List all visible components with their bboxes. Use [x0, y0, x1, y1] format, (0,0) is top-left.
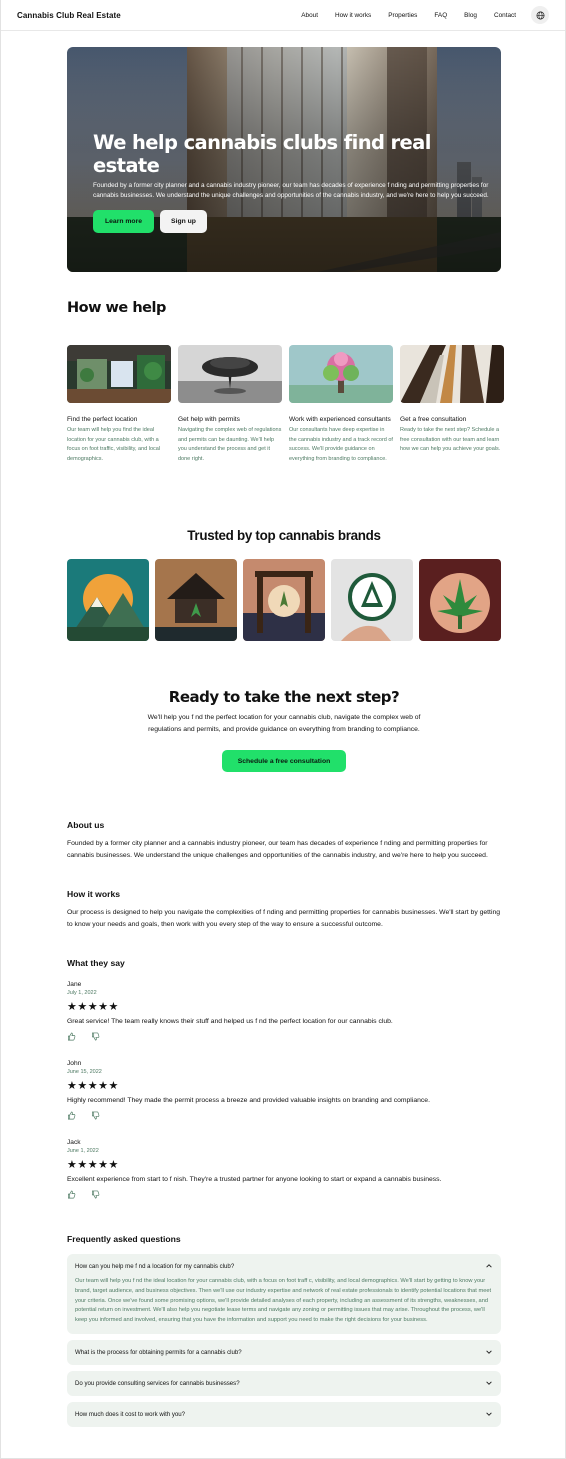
page: Cannabis Club Real Estate About How it w…: [0, 0, 566, 1459]
about-section: About us Founded by a former city planne…: [67, 820, 501, 861]
hero-description: Founded by a former city planner and a c…: [93, 181, 489, 200]
sign-up-button[interactable]: Sign up: [160, 210, 207, 234]
about-text: Founded by a former city planner and a c…: [67, 840, 488, 859]
schedule-consultation-button[interactable]: Schedule a free consultation: [222, 750, 346, 773]
brand-logo-house-leaf: [155, 559, 237, 641]
hero-content: We help cannabis clubs find real estate …: [93, 131, 489, 234]
reviews-heading: What they say: [67, 958, 125, 968]
nav-link-how-it-works[interactable]: How it works: [335, 12, 371, 19]
review-item: Jane July 1, 2022 ★★★★★ Great service! T…: [67, 981, 501, 1041]
card-title: Get a free consultation: [400, 416, 467, 423]
card-image-tree: [178, 345, 282, 403]
faq-item-collapsed[interactable]: What is the process for obtaining permit…: [67, 1339, 501, 1365]
cta-text: We'll help you f nd the perfect location…: [67, 712, 501, 735]
thumbs-down-icon[interactable]: [91, 1032, 100, 1041]
chevron-down-icon[interactable]: [485, 1348, 493, 1356]
review-text: Highly recommend! They made the permit p…: [67, 1097, 430, 1104]
nav-link-about[interactable]: About: [301, 12, 318, 19]
help-card-consultants[interactable]: Work with experienced consultants Our co…: [289, 345, 393, 464]
how-it-works-section: How it works Our process is designed to …: [67, 889, 501, 930]
card-title: Work with experienced consultants: [289, 416, 391, 423]
faq-heading: Frequently asked questions: [67, 1234, 181, 1244]
brand-logo-hand-leaf: [419, 559, 501, 641]
cta-section: Ready to take the next step? We'll help …: [67, 688, 501, 773]
star-rating: ★★★★★: [67, 1159, 119, 1171]
card-title: Get help with permits: [178, 416, 240, 423]
reviewer-name: John: [67, 1060, 82, 1067]
thumbs-up-icon[interactable]: [67, 1190, 76, 1199]
card-text: Our consultants have deep expertise in t…: [289, 426, 393, 462]
help-card-location[interactable]: Find the perfect location Our team will …: [67, 345, 171, 464]
card-image-towers: [400, 345, 504, 403]
faq-answer: Our team will help you f nd the ideal lo…: [75, 1278, 492, 1324]
card-text: Our team will help you find the ideal lo…: [67, 426, 161, 462]
chevron-up-icon[interactable]: [485, 1262, 493, 1270]
brand-logo-gate-leaf: [243, 559, 325, 641]
site-brand[interactable]: Cannabis Club Real Estate: [17, 11, 121, 20]
trusted-heading: Trusted by top cannabis brands: [187, 528, 381, 543]
reviews-section: What they say Jane July 1, 2022 ★★★★★ Gr…: [67, 958, 501, 1199]
nav-link-properties[interactable]: Properties: [388, 12, 417, 19]
review-item: Jack June 1, 2022 ★★★★★ Excellent experi…: [67, 1139, 501, 1199]
card-text: Ready to take the next step? Schedule a …: [400, 426, 501, 453]
help-card-consultation[interactable]: Get a free consultation Ready to take th…: [400, 345, 504, 464]
review-item: John June 15, 2022 ★★★★★ Highly recommen…: [67, 1060, 501, 1120]
thumbs-up-icon[interactable]: [67, 1032, 76, 1041]
review-feedback: [67, 1190, 501, 1199]
reviewer-name: Jack: [67, 1139, 81, 1146]
card-text: Navigating the complex web of regulation…: [178, 426, 282, 462]
review-date: July 1, 2022: [67, 990, 97, 996]
hero-buttons: Learn more Sign up: [93, 210, 489, 234]
faq-section: Frequently asked questions How can you h…: [67, 1234, 501, 1427]
faq-item-open[interactable]: How can you help me f nd a location for …: [67, 1254, 501, 1334]
faq-question-text: How much does it cost to work with you?: [75, 1410, 186, 1418]
how-it-works-heading: How it works: [67, 889, 121, 899]
faq-item-collapsed[interactable]: How much does it cost to work with you?: [67, 1401, 501, 1427]
review-text: Great service! The team really knows the…: [67, 1018, 393, 1025]
chevron-down-icon[interactable]: [485, 1379, 493, 1387]
nav-link-contact[interactable]: Contact: [494, 12, 516, 19]
review-feedback: [67, 1032, 501, 1041]
reviewer-name: Jane: [67, 981, 82, 988]
thumbs-down-icon[interactable]: [91, 1111, 100, 1120]
top-nav-bar: Cannabis Club Real Estate About How it w…: [1, 0, 565, 31]
review-date: June 1, 2022: [67, 1148, 99, 1154]
help-card-permits[interactable]: Get help with permits Navigating the com…: [178, 345, 282, 464]
thumbs-down-icon[interactable]: [91, 1190, 100, 1199]
about-heading: About us: [67, 820, 105, 830]
help-cards: Find the perfect location Our team will …: [67, 345, 504, 464]
nav-link-blog[interactable]: Blog: [464, 12, 477, 19]
thumbs-up-icon[interactable]: [67, 1111, 76, 1120]
brand-logo-mountain-sun: [67, 559, 149, 641]
star-rating: ★★★★★: [67, 1001, 119, 1013]
review-date: June 15, 2022: [67, 1069, 102, 1075]
card-image-interior: [67, 345, 171, 403]
cta-text-line-2: regulations and permits, and provide gui…: [148, 725, 420, 733]
brand-logo-hand-emblem: [331, 559, 413, 641]
main-nav: About How it works Properties FAQ Blog C…: [284, 6, 549, 24]
hero-title: We help cannabis clubs find real estate: [93, 131, 431, 178]
chevron-down-icon[interactable]: [485, 1410, 493, 1418]
nav-link-faq[interactable]: FAQ: [434, 12, 447, 19]
faq-question-text: What is the process for obtaining permit…: [75, 1348, 242, 1356]
how-we-help-heading: How we help: [67, 300, 166, 316]
review-feedback: [67, 1111, 501, 1120]
star-rating: ★★★★★: [67, 1080, 119, 1092]
brand-logos: [67, 559, 501, 641]
card-title: Find the perfect location: [67, 416, 138, 423]
hero-banner: We help cannabis clubs find real estate …: [67, 47, 501, 272]
how-it-works-text: Our process is designed to help you navi…: [67, 909, 501, 928]
review-text: Excellent experience from start to f nis…: [67, 1176, 442, 1183]
faq-question-text: Do you provide consulting services for c…: [75, 1379, 240, 1387]
card-image-blossom-tree: [289, 345, 393, 403]
cta-heading: Ready to take the next step?: [168, 688, 400, 706]
faq-question-text: How can you help me f nd a location for …: [75, 1262, 235, 1270]
learn-more-button[interactable]: Learn more: [93, 210, 154, 234]
cta-text-line-1: We'll help you f nd the perfect location…: [147, 714, 421, 721]
faq-question[interactable]: How can you help me f nd a location for …: [75, 1262, 493, 1270]
faq-item-collapsed[interactable]: Do you provide consulting services for c…: [67, 1370, 501, 1396]
globe-icon[interactable]: [531, 6, 549, 24]
